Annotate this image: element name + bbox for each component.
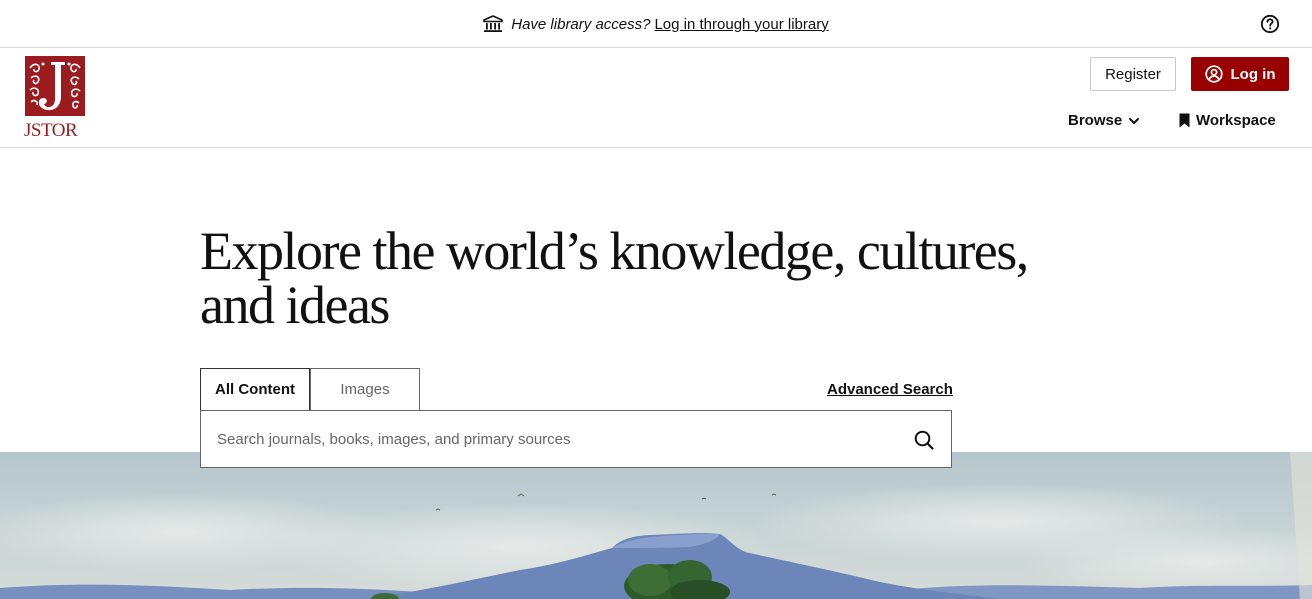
hero-landscape-image <box>0 452 1312 599</box>
search-input[interactable] <box>201 411 891 467</box>
tab-all-content[interactable]: All Content <box>200 368 310 410</box>
advanced-search-link[interactable]: Advanced Search <box>827 381 953 398</box>
page-title: Explore the world’s knowledge, cultures,… <box>200 224 1120 332</box>
login-label: Log in <box>1230 65 1276 83</box>
banner-message: Have library access? Log in through your… <box>0 0 1312 48</box>
jstor-logo[interactable]: JSTOR <box>24 56 88 144</box>
browse-label: Browse <box>1068 112 1123 129</box>
register-button[interactable]: Register <box>1090 57 1176 91</box>
library-login-link[interactable]: Log in through your library <box>654 16 828 33</box>
library-access-banner: Have library access? Log in through your… <box>0 0 1312 48</box>
login-button[interactable]: Log in <box>1191 57 1289 91</box>
bookmark-icon <box>1179 113 1190 128</box>
jstor-logo-mark <box>25 56 85 116</box>
browse-menu[interactable]: Browse <box>1068 112 1140 129</box>
tab-images[interactable]: Images <box>310 368 420 410</box>
help-circle-icon[interactable] <box>1260 14 1280 34</box>
logo-wordmark: JSTOR <box>24 120 78 141</box>
user-circle-icon <box>1204 65 1223 83</box>
library-building-icon <box>483 15 504 33</box>
workspace-link[interactable]: Workspace <box>1179 112 1276 129</box>
chevron-down-icon <box>1128 115 1140 127</box>
search-icon[interactable] <box>913 429 935 451</box>
site-header: JSTOR Register Log in Browse Workspace <box>0 48 1312 148</box>
title-line-2: and ideas <box>200 275 390 335</box>
banner-question: Have library access? <box>511 15 651 33</box>
workspace-label: Workspace <box>1196 112 1276 129</box>
search-bar <box>200 410 952 468</box>
title-line-1: Explore the world’s knowledge, cultures, <box>200 221 1029 281</box>
